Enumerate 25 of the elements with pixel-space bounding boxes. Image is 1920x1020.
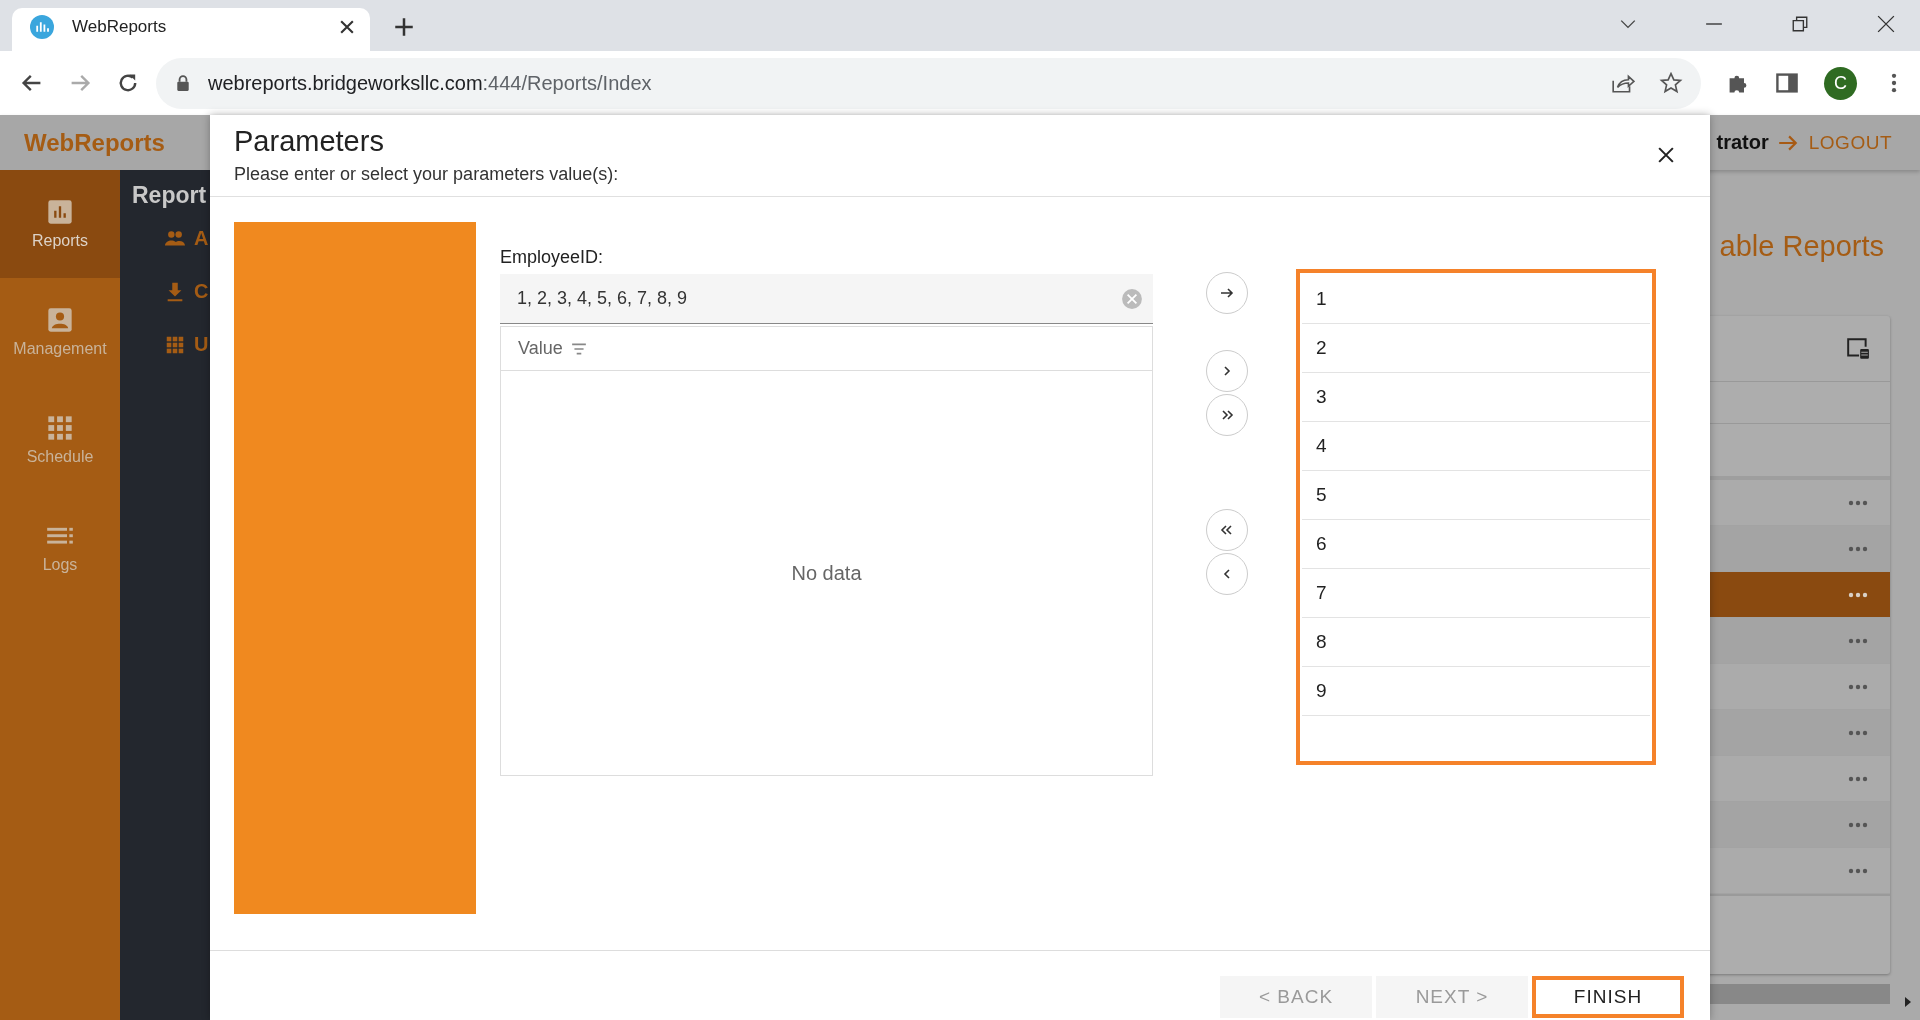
panel-title: Report — [132, 182, 207, 209]
input-field[interactable]: 1, 2, 3, 4, 5, 6, 7, 8, 9 — [500, 274, 1153, 324]
field-label: EmployeeID: — [500, 247, 605, 268]
list-item[interactable]: 7 — [1302, 569, 1650, 618]
address-bar[interactable]: webreports.bridgeworksllc.com:444/Reports/Index — [156, 57, 1701, 109]
nav-item[interactable]: Reports — [0, 170, 120, 278]
list-item[interactable]: 6 — [1302, 520, 1650, 569]
browser-tab[interactable]: WebReports — [12, 8, 370, 51]
list-item[interactable]: 3 — [1302, 373, 1650, 422]
list-item[interactable]: 9 — [1302, 667, 1650, 716]
wizard-button[interactable]: FINISH — [1532, 976, 1684, 1018]
list-item[interactable]: 8 — [1302, 618, 1650, 667]
dialog-title: Parameters — [234, 125, 385, 158]
dialog-subtitle: Please enter or select your parameters value(s): — [234, 164, 620, 185]
list-item[interactable]: 4 — [1302, 422, 1650, 471]
empty-message: No data — [791, 561, 862, 585]
list-item[interactable]: 5 — [1302, 471, 1650, 520]
tab-title: WebReports — [72, 16, 168, 37]
column-header[interactable]: Value — [518, 338, 563, 359]
user-name: trator — [1716, 131, 1769, 154]
url-text: webreports.bridgeworksllc.com:444/Reports/Index — [208, 71, 652, 95]
list-item[interactable]: 2 — [1302, 324, 1650, 373]
page-title: able Reports — [1719, 229, 1884, 264]
list-item[interactable]: 1 — [1302, 275, 1650, 324]
profile-avatar[interactable]: C — [1824, 66, 1857, 100]
